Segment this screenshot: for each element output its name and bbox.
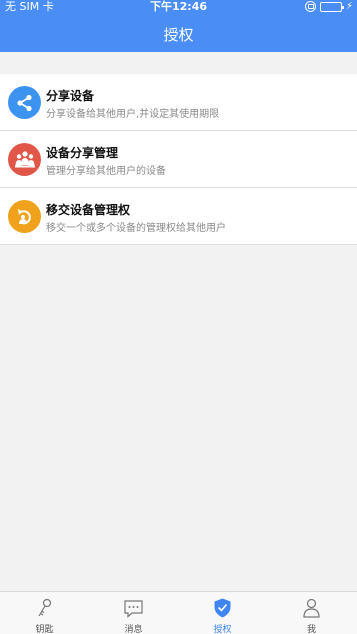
- share-icon: [8, 86, 41, 119]
- transfer-admin-item[interactable]: 移交设备管理权 移交一个或多个设备的管理权给其他用户: [0, 188, 357, 245]
- tab-label: 钥匙: [35, 625, 54, 634]
- shield-check-icon: [214, 598, 231, 618]
- auth-menu-list: 分享设备 分享设备给其他用户,并设定其使用期限 设备分享管理 管理分享给其他用户…: [0, 74, 357, 245]
- item-title: 分享设备: [46, 89, 95, 103]
- item-title: 设备分享管理: [46, 146, 119, 160]
- tab-label: 我: [306, 625, 316, 634]
- tab-messages[interactable]: 消息: [89, 592, 178, 634]
- key-icon: [38, 598, 52, 617]
- status-bar: 无 SIM 卡 下午12:46 ⚡: [0, 0, 357, 14]
- users-group-icon: [8, 143, 41, 176]
- tab-authorize[interactable]: 授权: [178, 592, 267, 634]
- item-description: 管理分享给其他用户的设备: [46, 166, 166, 177]
- tab-label: 消息: [124, 625, 143, 634]
- message-icon: [124, 600, 143, 618]
- tab-keys[interactable]: 钥匙: [0, 592, 89, 634]
- status-indicators: ⚡: [304, 0, 353, 12]
- transfer-icon: [8, 200, 41, 233]
- charging-icon: ⚡: [345, 0, 353, 12]
- tab-me[interactable]: 我: [267, 592, 356, 634]
- rotation-lock-icon: [304, 1, 316, 12]
- nav-bar: 无 SIM 卡 下午12:46 ⚡ 授权: [0, 0, 357, 52]
- share-device-item[interactable]: 分享设备 分享设备给其他用户,并设定其使用期限: [0, 74, 357, 131]
- item-description: 移交一个或多个设备的管理权给其他用户: [46, 223, 226, 234]
- page-title: 授权: [163, 26, 194, 44]
- status-time: 下午12:46: [149, 0, 207, 13]
- battery-icon: [319, 1, 344, 12]
- item-title: 移交设备管理权: [46, 203, 131, 217]
- person-icon: [303, 598, 320, 618]
- tab-bar: 钥匙 消息 授权 我: [0, 591, 357, 634]
- tab-label: 授权: [213, 625, 232, 634]
- share-management-item[interactable]: 设备分享管理 管理分享给其他用户的设备: [0, 131, 357, 188]
- item-description: 分享设备给其他用户,并设定其使用期限: [46, 109, 220, 120]
